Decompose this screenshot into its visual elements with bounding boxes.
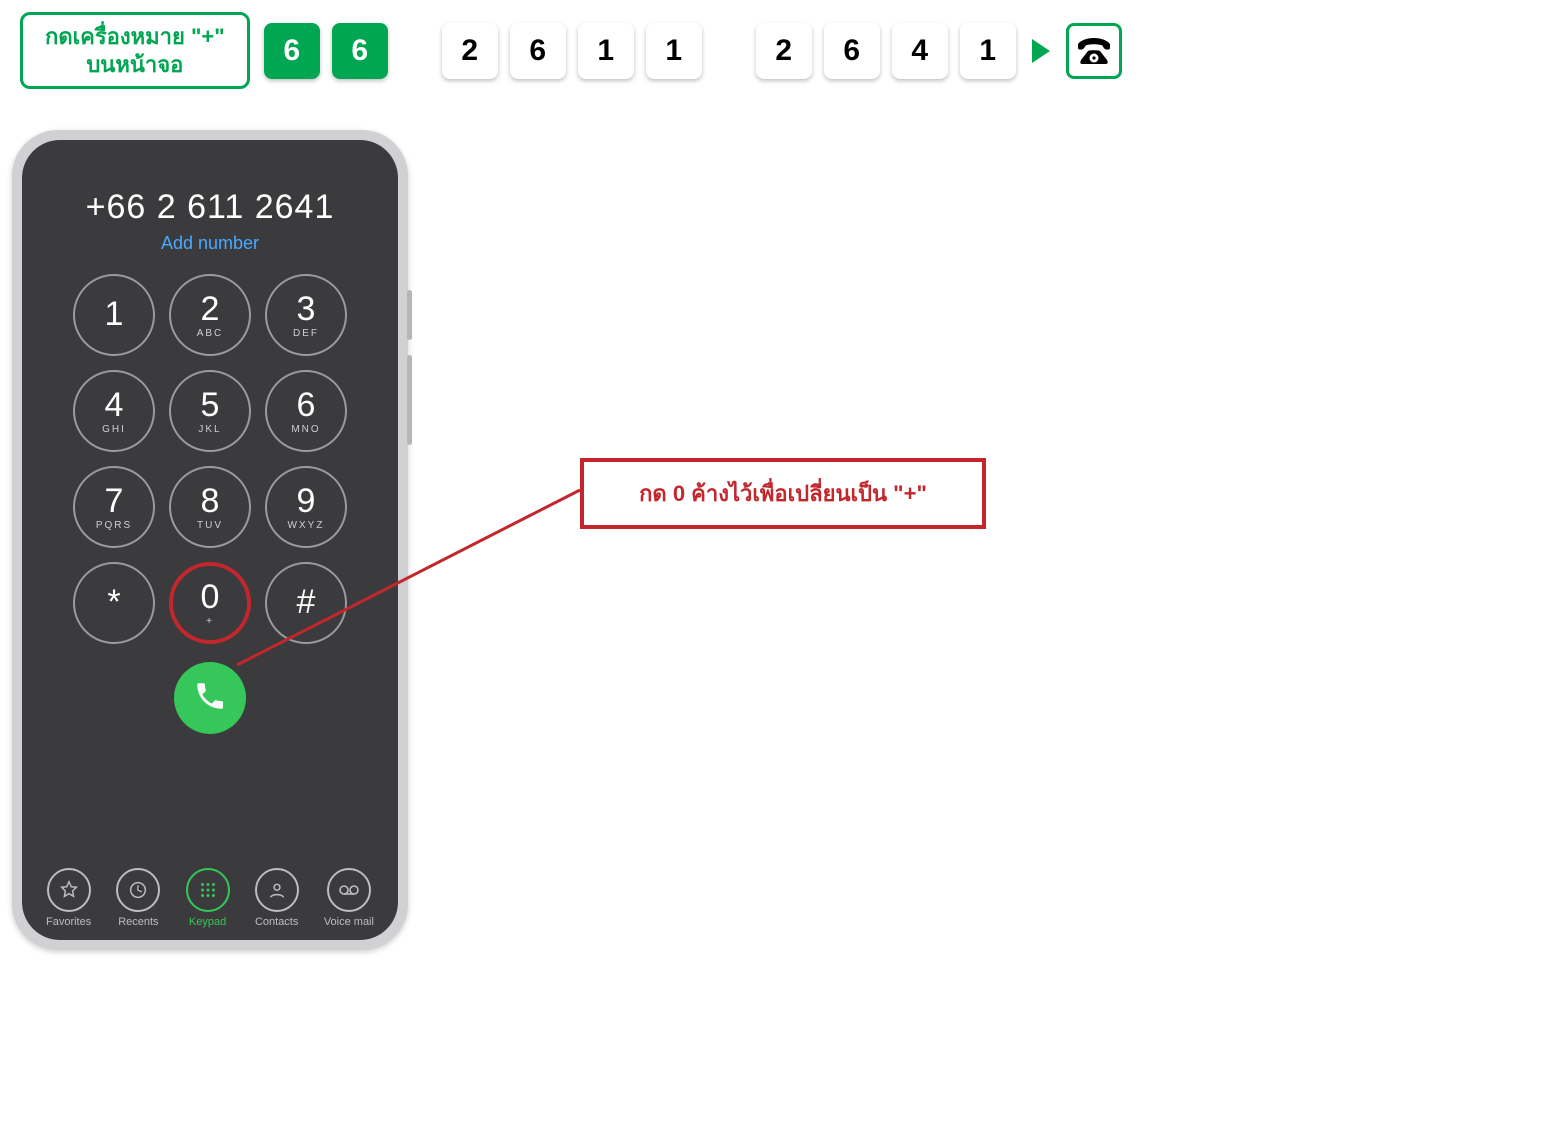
phone-side-button: [407, 355, 412, 445]
plus-instruction-box: กดเครื่องหมาย "+" บนหน้าจอ: [20, 12, 250, 89]
phone-handset-icon: [193, 679, 227, 718]
digit-box: 6: [824, 23, 880, 79]
digit-box: 6: [332, 23, 388, 79]
key-5[interactable]: 5JKL: [169, 370, 251, 452]
bottom-tab-bar: Favorites Recents Keypad: [40, 868, 380, 928]
digit-group-country: 6 6: [264, 23, 388, 79]
tab-label: Keypad: [189, 916, 226, 928]
dial-keypad: 1 2ABC 3DEF 4GHI 5JKL 6MNO 7PQRS 8TUV 9W…: [73, 274, 347, 644]
digit-box: 2: [442, 23, 498, 79]
tab-label: Recents: [118, 916, 158, 928]
tab-label: Contacts: [255, 916, 298, 928]
tab-voicemail[interactable]: Voice mail: [324, 868, 374, 928]
tab-label: Favorites: [46, 916, 91, 928]
rotary-phone-icon: [1066, 23, 1122, 79]
key-4[interactable]: 4GHI: [73, 370, 155, 452]
arrow-right-icon: [1030, 37, 1052, 65]
tab-label: Voice mail: [324, 916, 374, 928]
tab-keypad[interactable]: Keypad: [186, 868, 230, 928]
person-icon: [255, 868, 299, 912]
digit-box: 6: [510, 23, 566, 79]
dialed-number-display: +66 2 611 2641: [86, 188, 335, 227]
voicemail-icon: [327, 868, 371, 912]
key-3[interactable]: 3DEF: [265, 274, 347, 356]
call-button[interactable]: [174, 662, 246, 734]
add-number-link[interactable]: Add number: [161, 233, 259, 254]
tab-contacts[interactable]: Contacts: [255, 868, 299, 928]
digit-box: 1: [960, 23, 1016, 79]
keypad-icon: [186, 868, 230, 912]
tab-recents[interactable]: Recents: [116, 868, 160, 928]
phone-side-button: [407, 290, 412, 340]
key-6[interactable]: 6MNO: [265, 370, 347, 452]
key-9[interactable]: 9WXYZ: [265, 466, 347, 548]
key-7[interactable]: 7PQRS: [73, 466, 155, 548]
star-icon: [47, 868, 91, 912]
phone-frame: +66 2 611 2641 Add number 1 2ABC 3DEF 4G…: [12, 130, 408, 950]
top-instruction-row: กดเครื่องหมาย "+" บนหน้าจอ 6 6 2 6 1 1 2…: [20, 12, 1122, 89]
key-8[interactable]: 8TUV: [169, 466, 251, 548]
digit-box: 1: [646, 23, 702, 79]
digit-box: 6: [264, 23, 320, 79]
callout-box: กด 0 ค้างไว้เพื่อเปลี่ยนเป็น "+": [580, 458, 986, 529]
key-star[interactable]: *: [73, 562, 155, 644]
digit-group-2: 2 6 1 1: [442, 23, 702, 79]
phone-screen: +66 2 611 2641 Add number 1 2ABC 3DEF 4G…: [22, 140, 398, 940]
digit-box: 4: [892, 23, 948, 79]
digit-group-3: 2 6 4 1: [756, 23, 1016, 79]
digit-box: 2: [756, 23, 812, 79]
clock-icon: [116, 868, 160, 912]
tab-favorites[interactable]: Favorites: [46, 868, 91, 928]
key-2[interactable]: 2ABC: [169, 274, 251, 356]
key-hash[interactable]: #: [265, 562, 347, 644]
callout-text: กด 0 ค้างไว้เพื่อเปลี่ยนเป็น "+": [639, 481, 927, 506]
key-1[interactable]: 1: [73, 274, 155, 356]
plus-instruction-line1: กดเครื่องหมาย "+": [45, 23, 225, 51]
digit-box: 1: [578, 23, 634, 79]
key-0[interactable]: 0+: [169, 562, 251, 644]
plus-instruction-line2: บนหน้าจอ: [45, 51, 225, 79]
